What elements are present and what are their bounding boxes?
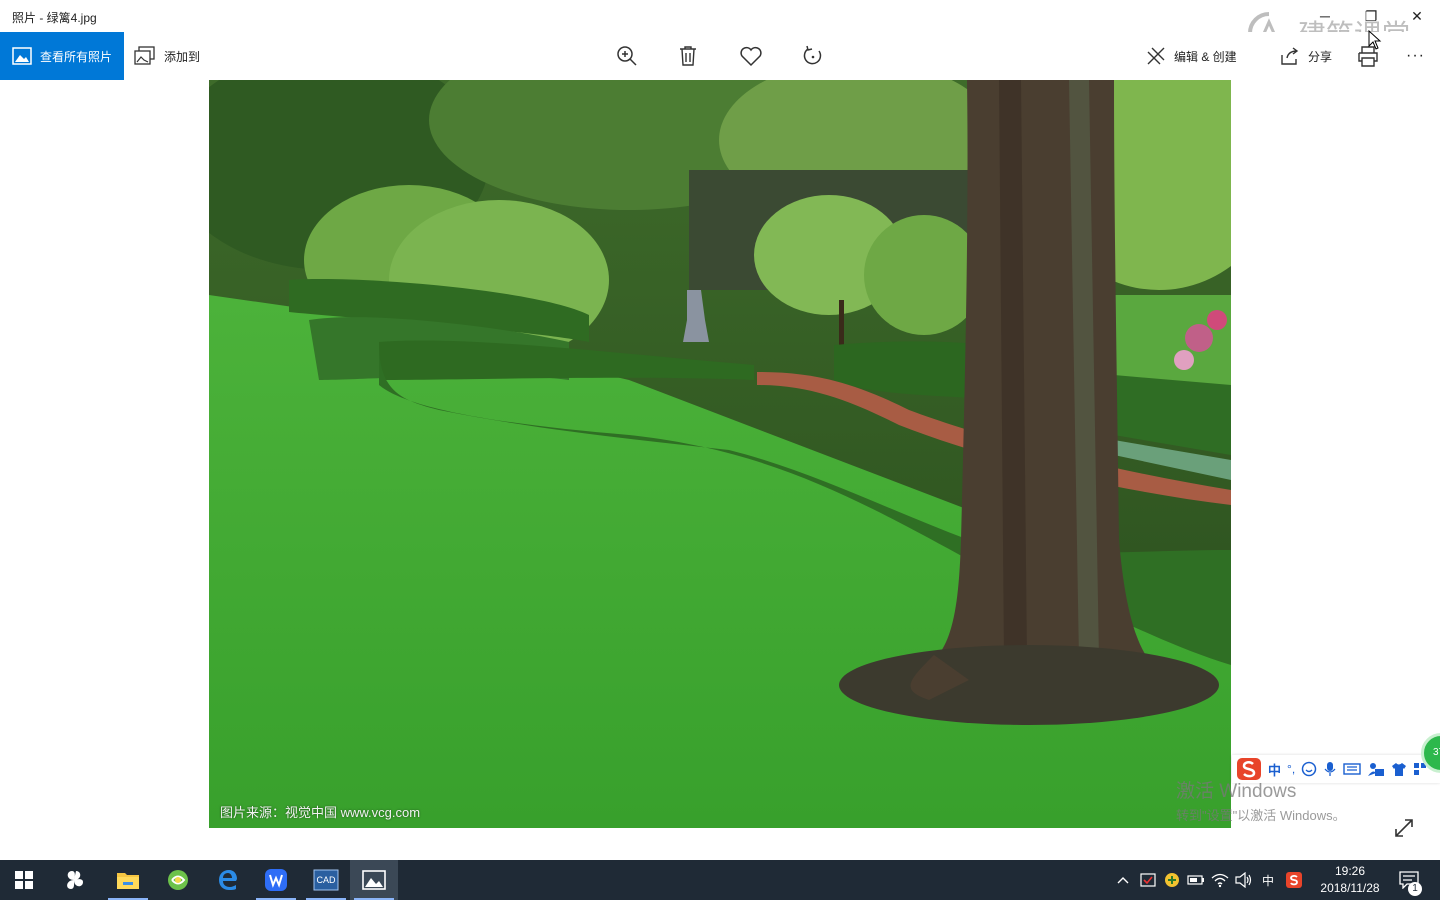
title-bar: 照片 - 绿篱4.jpg ─ ❐ ✕ xyxy=(0,0,1440,32)
notification-count: 1 xyxy=(1408,882,1422,896)
edit-create-label: 编辑 & 创建 xyxy=(1174,49,1237,64)
favorite-button[interactable] xyxy=(738,43,764,69)
battery-tray-icon[interactable] xyxy=(1186,860,1206,900)
input-language-indicator[interactable]: 中 xyxy=(1258,860,1278,900)
add-to-label: 添加到 xyxy=(164,49,201,64)
wifi-icon xyxy=(1211,873,1229,888)
rotate-button[interactable] xyxy=(800,43,826,69)
microphone-icon[interactable] xyxy=(1323,761,1337,777)
activation-subtitle: 转到"设置"以激活 Windows。 xyxy=(1176,808,1346,823)
start-button[interactable] xyxy=(0,860,48,900)
zoom-button[interactable] xyxy=(614,43,640,69)
zoom-in-icon xyxy=(617,46,637,66)
emoji-icon[interactable] xyxy=(1301,761,1317,777)
clock-time: 19:26 xyxy=(1334,864,1366,878)
shield-icon xyxy=(1140,873,1156,887)
system-clock[interactable]: 19:26 2018/11/28 xyxy=(1306,863,1394,897)
garden-photo xyxy=(209,80,1231,828)
heart-icon xyxy=(740,46,762,67)
view-all-photos-button[interactable]: 查看所有照片 xyxy=(0,32,124,80)
rotate-icon xyxy=(803,45,822,65)
windows-logo-icon xyxy=(15,871,33,889)
wps-button[interactable] xyxy=(252,860,300,900)
battery-icon xyxy=(1187,875,1204,885)
edge-button[interactable] xyxy=(204,860,252,900)
view-all-photos-label: 查看所有照片 xyxy=(40,49,113,64)
sogou-tray-s-icon xyxy=(1286,872,1302,888)
share-label: 分享 xyxy=(1308,49,1333,64)
360-browser-icon xyxy=(168,870,188,890)
browser-360-button[interactable] xyxy=(154,860,202,900)
chevron-up-icon xyxy=(1117,877,1129,884)
skin-shirt-icon[interactable] xyxy=(1391,761,1407,777)
trash-icon xyxy=(680,46,696,66)
delete-button[interactable] xyxy=(675,43,701,69)
ime-user-icon[interactable] xyxy=(1367,761,1385,777)
action-center-button[interactable]: 1 xyxy=(1396,860,1422,900)
tray-app-icon[interactable] xyxy=(1162,860,1182,900)
show-hidden-icons-button[interactable] xyxy=(1114,860,1132,900)
mouse-cursor-icon xyxy=(1368,30,1382,50)
photos-icon xyxy=(12,47,32,65)
add-to-button[interactable]: 添加到 xyxy=(134,32,200,80)
edit-create-icon xyxy=(1147,47,1165,65)
photos-app-icon xyxy=(362,870,386,890)
wps-icon xyxy=(265,869,287,891)
ime-punct[interactable]: °, xyxy=(1287,762,1295,776)
tray-security-icon[interactable] xyxy=(1138,860,1158,900)
cad-button[interactable]: CAD xyxy=(302,860,350,900)
speaker-icon xyxy=(1235,872,1252,888)
add-to-album-icon xyxy=(134,46,155,65)
photo-viewer-image[interactable] xyxy=(209,80,1231,828)
clock-date: 2018/11/28 xyxy=(1320,881,1380,895)
volume-tray-icon[interactable] xyxy=(1234,860,1254,900)
edit-create-button[interactable]: 编辑 & 创建 xyxy=(1146,32,1237,80)
keyboard-icon[interactable] xyxy=(1343,762,1361,776)
ime-toolbar[interactable]: 中 °, xyxy=(1232,755,1440,783)
folder-icon xyxy=(117,873,139,889)
windows-activation-notice: 激活 Windows 转到"设置"以激活 Windows。 xyxy=(1176,776,1346,824)
command-bar: 查看所有照片 添加到 编辑 & 创建 分享 ··· xyxy=(0,32,1440,80)
photo-credit: 图片来源：视觉中国 www.vcg.com xyxy=(220,805,421,820)
task-view-button[interactable] xyxy=(50,860,98,900)
edge-icon xyxy=(219,870,237,890)
ime-lang[interactable]: 中 xyxy=(1268,760,1281,779)
sogou-s-icon xyxy=(1237,758,1261,780)
share-button[interactable]: 分享 xyxy=(1280,32,1332,80)
green-plus-icon xyxy=(1165,873,1179,887)
photos-app-button[interactable] xyxy=(350,860,398,900)
share-icon xyxy=(1281,47,1299,65)
file-explorer-button[interactable] xyxy=(104,860,152,900)
more-button[interactable]: ··· xyxy=(1406,32,1425,80)
fullscreen-icon[interactable] xyxy=(1392,816,1416,840)
pinwheel-icon xyxy=(67,871,83,889)
sogou-tray-icon[interactable] xyxy=(1284,860,1304,900)
taskbar: CAD 中 19:26 2018/11/28 1 xyxy=(0,860,1440,900)
window-title: 照片 - 绿篱4.jpg xyxy=(12,11,97,25)
cad-label: CAD xyxy=(316,875,336,885)
network-tray-icon[interactable] xyxy=(1210,860,1230,900)
